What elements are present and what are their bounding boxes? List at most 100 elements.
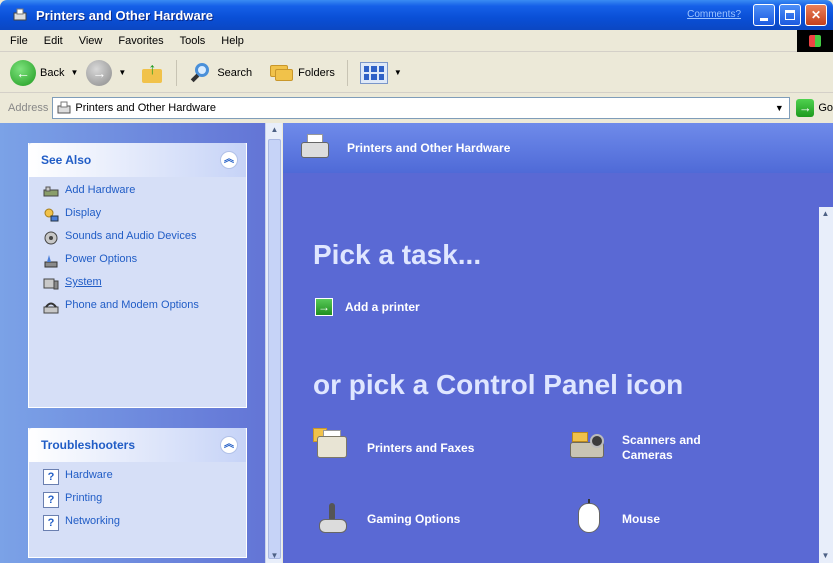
see-also-item-label: Phone and Modem Options [65,299,199,311]
troubleshooter-item-label: Printing [65,492,103,504]
search-icon [189,61,213,85]
see-also-item-add-hardware[interactable]: Add Hardware [43,183,236,200]
task-label: Add a printer [345,300,420,314]
close-icon: ✕ [810,8,822,22]
back-label: Back [40,66,65,79]
troubleshooters-title: Troubleshooters [41,438,136,452]
see-also-item-system[interactable]: System [43,275,236,292]
scroll-up-icon[interactable]: ▲ [268,123,281,137]
menu-view[interactable]: View [79,35,103,47]
scroll-thumb[interactable] [268,139,281,559]
help-icon: ? [43,492,59,508]
menu-file[interactable]: File [10,35,28,47]
cp-item-label: Printers and Faxes [367,440,475,455]
forward-dropdown-icon[interactable]: ▼ [118,68,126,77]
see-also-item-sounds[interactable]: Sounds and Audio Devices [43,229,236,246]
troubleshooter-item-hardware[interactable]: ? Hardware [43,468,236,485]
help-icon: ? [43,515,59,531]
toolbar: ← Back ▼ → ▼ ↑ Search Folders ▼ [0,53,833,93]
see-also-item-phone-modem[interactable]: Phone and Modem Options [43,298,236,315]
troubleshooters-panel: Troubleshooters ︽ ? Hardware ? Printing … [28,428,247,558]
address-dropdown-icon[interactable]: ▼ [771,100,787,116]
task-pane-scrollbar[interactable]: ▲ ▼ [265,123,282,563]
toolbar-separator [176,59,178,86]
power-icon [43,253,59,269]
cp-item-scanners-cameras[interactable]: Scanners and Cameras [568,428,732,468]
address-label: Address [8,102,49,114]
search-button[interactable]: Search [185,57,256,89]
menu-edit[interactable]: Edit [44,35,63,47]
menu-tools[interactable]: Tools [180,35,206,47]
troubleshooter-item-label: Networking [65,515,121,527]
content-title: Printers and Other Hardware [347,141,511,155]
cp-item-printers-faxes[interactable]: Printers and Faxes [313,428,474,468]
menu-favorites[interactable]: Favorites [118,35,163,47]
back-button[interactable]: ← Back ▼ [6,57,82,89]
close-button[interactable]: ✕ [805,4,827,26]
menu-bar: File Edit View Favorites Tools Help [0,30,833,52]
collapse-chevron-icon[interactable]: ︽ [220,151,238,169]
scroll-down-icon[interactable]: ▼ [268,549,281,563]
views-button[interactable]: ▼ [356,57,406,89]
see-also-item-display[interactable]: Display [43,206,236,223]
troubleshooters-header[interactable]: Troubleshooters ︽ [29,428,246,462]
see-also-header[interactable]: See Also ︽ [29,143,246,177]
up-button[interactable]: ↑ [130,57,168,89]
system-icon [43,276,59,292]
window-icon [12,7,28,23]
cp-item-label: Gaming Options [367,511,461,526]
back-arrow-icon: ← [10,59,36,86]
forward-arrow-icon: → [86,59,113,86]
control-panel-heading: or pick a Control Panel icon [313,369,684,400]
printer-hardware-icon [299,132,333,164]
task-add-printer[interactable]: → Add a printer [315,298,420,316]
go-label: Go [818,102,833,114]
see-also-item-label: Display [65,207,102,219]
see-also-panel: See Also ︽ Add Hardware Display Sounds a… [28,143,247,408]
windows-flag-icon [809,35,821,47]
address-input[interactable]: Printers and Other Hardware ▼ [52,97,791,119]
see-also-title: See Also [41,153,92,167]
content-area: Printers and Other Hardware Pick a task.… [283,123,833,563]
display-icon [43,207,59,223]
content-scrollbar[interactable]: ▲ ▼ [819,207,833,563]
views-icon [359,61,388,84]
add-task-icon: → [315,298,333,316]
content-header: Printers and Other Hardware [283,123,833,173]
help-icon: ? [43,469,59,485]
see-also-item-label: Add Hardware [65,184,136,196]
go-arrow-icon: → [796,99,815,117]
scroll-down-icon[interactable]: ▼ [819,549,832,563]
menu-help[interactable]: Help [221,35,244,47]
minimize-button[interactable] [753,4,775,26]
forward-button[interactable]: → ▼ [82,57,130,89]
task-pane: See Also ︽ Add Hardware Display Sounds a… [0,123,265,563]
see-also-item-label: Power Options [65,253,138,265]
address-value: Printers and Other Hardware [75,102,216,114]
address-bar: Address Printers and Other Hardware ▼ → … [0,94,833,122]
title-bar[interactable]: Printers and Other Hardware Comments? ✕ [0,0,833,30]
printers-faxes-icon [313,428,353,468]
cp-item-mouse[interactable]: Mouse [568,499,660,539]
see-also-item-power[interactable]: Power Options [43,252,236,269]
troubleshooter-item-networking[interactable]: ? Networking [43,514,236,531]
minimize-icon [760,17,768,21]
printers-folder-icon [57,101,71,115]
back-dropdown-icon[interactable]: ▼ [70,68,78,77]
cp-item-gaming-options[interactable]: Gaming Options [313,499,460,539]
views-dropdown-icon[interactable]: ▼ [394,68,402,77]
window-title: Printers and Other Hardware [36,7,213,23]
troubleshooter-item-printing[interactable]: ? Printing [43,491,236,508]
maximize-button[interactable] [779,4,801,26]
scroll-up-icon[interactable]: ▲ [819,207,832,221]
folders-button[interactable]: Folders [266,57,339,89]
see-also-item-label: System [65,276,102,288]
comments-link[interactable]: Comments? [687,9,741,20]
collapse-chevron-icon[interactable]: ︽ [220,436,238,454]
go-button[interactable]: → Go [796,99,833,117]
cp-item-label: Scanners and Cameras [622,433,701,462]
sounds-icon [43,230,59,246]
see-also-item-label: Sounds and Audio Devices [65,230,197,242]
folders-icon [270,63,294,83]
up-folder-icon: ↑ [140,61,164,85]
